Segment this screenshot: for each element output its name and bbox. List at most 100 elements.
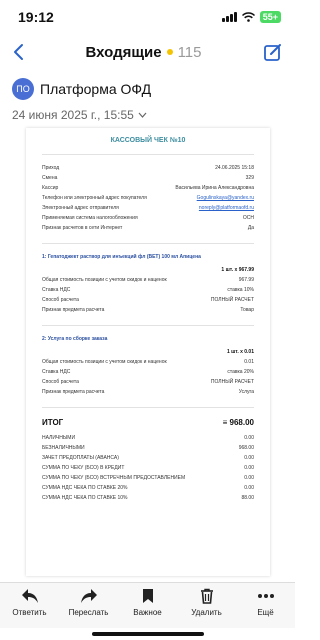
row-label: СУММА ПО ЧЕКУ (БСО) ВСТРЕЧНЫМ ПРЕДОСТАВЛ…	[42, 475, 186, 481]
item-quantity: 1 шт. x 0.01	[226, 349, 254, 355]
receipt-total: ИТОГ ≡ 968.00	[42, 418, 254, 427]
avatar: ПО	[12, 78, 34, 100]
message-date[interactable]: 24 июня 2025 г., 15:55	[0, 100, 295, 122]
receipt-row: Ставка НДС ставка 10%	[42, 285, 254, 295]
row-label: Приход	[42, 165, 60, 171]
divider	[42, 154, 254, 155]
bookmark-button[interactable]: Важное	[119, 587, 177, 628]
row-value: Васильева Ирина Александровна	[175, 185, 254, 191]
reply-button[interactable]: Ответить	[1, 587, 59, 628]
row-label: Способ расчета	[42, 297, 79, 303]
compose-icon[interactable]	[263, 42, 283, 62]
home-indicator	[92, 632, 204, 636]
forward-button[interactable]: Переслать	[60, 587, 118, 628]
receipt-row: НАЛИЧНЫМИ 0.00	[42, 433, 254, 443]
row-value: ПОЛНЫЙ РАСЧЕТ	[210, 379, 254, 385]
trash-icon	[200, 587, 214, 605]
forward-icon	[80, 587, 98, 605]
more-button[interactable]: Ещё	[237, 587, 295, 628]
row-value: 329	[245, 175, 254, 181]
divider	[42, 407, 254, 408]
item-name: 1: Гепатоджект раствор для инъекций фл (…	[42, 254, 201, 260]
item-name: 2: Услуга по сборке заказа	[42, 336, 108, 342]
toolbar-label: Ответить	[12, 608, 47, 617]
receipt-row: СУММА ПО ЧЕКУ (БСО) В КРЕДИТ 0.00	[42, 463, 254, 473]
row-value: 968.00	[238, 445, 254, 451]
receipt-item: 1: Гепатоджект раствор для инъекций фл (…	[42, 254, 254, 326]
receipt-row: Признак предмета расчета Услуга	[42, 387, 254, 397]
unread-count: 115	[177, 43, 202, 61]
row-value: 0.00	[244, 435, 254, 441]
row-value: Товар	[240, 307, 254, 313]
status-icons: 55+	[222, 11, 281, 23]
row-label: СУММА НДС ЧЕКА ПО СТАВКЕ 20%	[42, 485, 128, 491]
email-link[interactable]: noreply@platformaofd.ru	[199, 203, 254, 213]
toolbar-label: Ещё	[257, 608, 274, 617]
divider	[42, 325, 254, 326]
battery-indicator: 55+	[259, 11, 281, 23]
date-text: 24 июня 2025 г., 15:55	[12, 108, 134, 122]
row-value: 24.06.2025 15:18	[215, 165, 254, 171]
receipt-row: Смена 329	[42, 173, 254, 183]
row-value: 0.00	[244, 465, 254, 471]
row-value: 0.01	[244, 359, 254, 365]
sender-name: Платформа ОФД	[40, 81, 152, 97]
toolbar-label: Переслать	[68, 608, 109, 617]
receipt-row: ЗАЧЕТ ПРЕДОПЛАТЫ (АВАНСА) 0.00	[42, 453, 254, 463]
status-time: 19:12	[18, 9, 54, 25]
receipt-item: 2: Услуга по сборке заказа 1 шт. x 0.01 Об…	[42, 336, 254, 397]
receipt-row: Кассир Васильева Ирина Александровна	[42, 183, 254, 193]
row-label: Способ расчета	[42, 379, 79, 385]
sender-row[interactable]: ПО Платформа ОФД	[0, 70, 295, 100]
row-label: Ставка НДС	[42, 287, 71, 293]
row-label: Признак расчетов в сети Интернет	[42, 225, 123, 231]
row-value: ставка 10%	[227, 287, 254, 293]
signal-icon	[222, 12, 237, 22]
receipt-row: Общая стоимость позиции с учетом скидок …	[42, 357, 254, 367]
toolbar-label: Важное	[133, 608, 162, 617]
more-icon	[257, 587, 275, 605]
reply-icon	[21, 587, 39, 605]
back-chevron-icon[interactable]	[12, 43, 24, 61]
receipt-row: Способ расчета ПОЛНЫЙ РАСЧЕТ	[42, 377, 254, 387]
receipt-row: Телефон или электронный адрес покупателя…	[42, 193, 254, 203]
divider	[42, 243, 254, 244]
row-label: ЗАЧЕТ ПРЕДОПЛАТЫ (АВАНСА)	[42, 455, 119, 461]
row-value: ПОЛНЫЙ РАСЧЕТ	[210, 297, 254, 303]
row-label: БЕЗНАЛИЧНЫМИ	[42, 445, 85, 451]
row-label: Признак предмета расчета	[42, 307, 105, 313]
row-label: Электронный адрес отправителя	[42, 205, 119, 211]
receipt-row: Электронный адрес отправителя noreply@pla…	[42, 203, 254, 213]
row-label: Ставка НДС	[42, 369, 71, 375]
receipt-row: Способ расчета ПОЛНЫЙ РАСЧЕТ	[42, 295, 254, 305]
receipt-title: КАССОВЫЙ ЧЕК №10	[110, 137, 186, 144]
receipt-row: БЕЗНАЛИЧНЫМИ 968.00	[42, 443, 254, 453]
row-value: 0.00	[244, 475, 254, 481]
trash-button[interactable]: Удалить	[178, 587, 236, 628]
row-label: Телефон или электронный адрес покупателя	[42, 195, 147, 201]
row-label: Общая стоимость позиции с учетом скидок …	[42, 277, 167, 283]
row-label: Общая стоимость позиции с учетом скидок …	[42, 359, 167, 365]
wifi-icon	[241, 12, 255, 22]
unread-dot-icon	[166, 49, 173, 55]
mailbox-title: Входящие 115	[86, 44, 202, 61]
row-label: Применяемая система налогообложения	[42, 215, 138, 221]
receipt-row: СУММА НДС ЧЕКА ПО СТАВКЕ 10% 88.00	[42, 493, 254, 503]
receipt-row: Приход 24.06.2025 15:18	[42, 163, 254, 173]
row-label: Смена	[42, 175, 58, 181]
row-value: 0.00	[244, 455, 254, 461]
receipt-row: Признак предмета расчета Товар	[42, 305, 254, 315]
chevron-down-icon	[138, 112, 147, 118]
email-link[interactable]: Gogulinskaya@yandex.ru	[197, 193, 254, 203]
receipt-row: Общая стоимость позиции с учетом скидок …	[42, 275, 254, 285]
bookmark-icon	[142, 587, 154, 605]
row-value: 88.00	[241, 495, 254, 501]
status-bar: 19:12 55+	[0, 0, 295, 34]
row-value: Да	[247, 225, 254, 231]
nav-bar: Входящие 115	[0, 34, 295, 70]
row-label: Признак предмета расчета	[42, 389, 105, 395]
row-label: СУММА ПО ЧЕКУ (БСО) В КРЕДИТ	[42, 465, 125, 471]
total-value: ≡ 968.00	[222, 418, 254, 427]
item-quantity: 1 шт. x 967.99	[221, 267, 254, 273]
receipt-document: КАССОВЫЙ ЧЕК №10 Приход 24.06.2025 15:18 С…	[26, 128, 270, 576]
